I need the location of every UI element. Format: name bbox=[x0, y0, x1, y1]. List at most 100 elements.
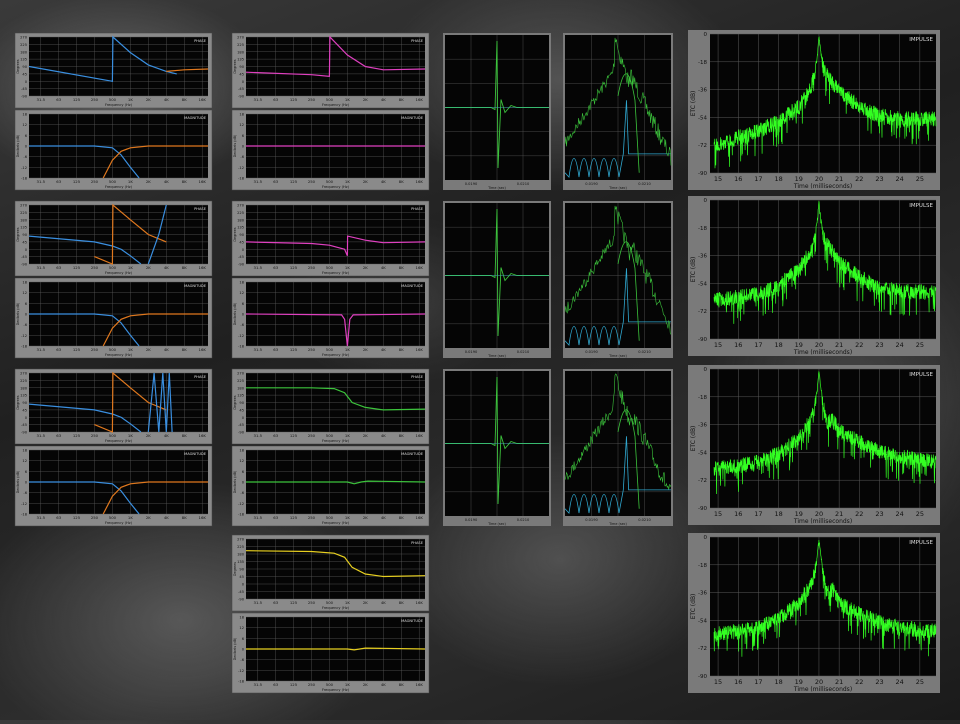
y-tick-label: -18 bbox=[698, 563, 707, 569]
y-tick-label: 225 bbox=[237, 211, 244, 215]
y-tick-label: -18 bbox=[698, 395, 707, 401]
x-tick-label: 125 bbox=[73, 347, 81, 352]
y-tick-label: -45 bbox=[238, 590, 244, 594]
x-axis-label: Time (sec) bbox=[487, 186, 506, 190]
y-axis-label: Decibels (dB) bbox=[16, 302, 20, 325]
x-tick-label: 2K bbox=[146, 433, 151, 438]
x-tick-label: 125 bbox=[290, 179, 298, 184]
x-tick-label: 16K bbox=[199, 347, 207, 352]
x-tick-label: 8K bbox=[399, 347, 404, 352]
x-tick-label: 500 bbox=[326, 265, 334, 270]
x-tick-label: 2K bbox=[363, 97, 368, 102]
x-tick-label: 500 bbox=[109, 433, 117, 438]
y-tick-label: -12 bbox=[21, 502, 27, 506]
x-tick-label: 16 bbox=[734, 678, 742, 686]
x-tick-label: 25 bbox=[916, 175, 924, 183]
panel-title: PHASE bbox=[411, 541, 424, 545]
x-tick-label: 4K bbox=[381, 97, 386, 102]
x-tick-label: 1K bbox=[345, 265, 350, 270]
x-tick-label: 250 bbox=[308, 600, 316, 605]
x-tick-label: 4K bbox=[164, 433, 169, 438]
y-tick-label: 12 bbox=[22, 291, 27, 295]
y-tick-label: 12 bbox=[239, 626, 244, 630]
y-tick-label: 18 bbox=[239, 113, 244, 117]
y-tick-label: 225 bbox=[20, 211, 27, 215]
y-tick-label: 225 bbox=[237, 545, 244, 549]
x-tick-label: 1K bbox=[128, 433, 133, 438]
x-tick-label: 1K bbox=[128, 179, 133, 184]
x-tick-label: 2K bbox=[363, 682, 368, 687]
x-tick-label: 250 bbox=[308, 515, 316, 520]
x-tick-label: 2K bbox=[363, 347, 368, 352]
y-tick-label: 18 bbox=[239, 449, 244, 453]
y-tick-label: 270 bbox=[20, 36, 28, 40]
y-tick-label: 90 bbox=[239, 233, 244, 237]
y-tick-label: 90 bbox=[239, 65, 244, 69]
panel-title: IMPULSE bbox=[909, 540, 933, 546]
x-tick-label: 20 bbox=[815, 175, 823, 183]
y-axis-label: Decibels (dB) bbox=[16, 134, 20, 157]
y-tick-label: 45 bbox=[239, 575, 244, 579]
y-tick-label: -72 bbox=[698, 646, 707, 652]
y-tick-label: -90 bbox=[698, 674, 707, 680]
magnitude-panel: 181260-6-12-1831.5 63 125 250 500 1K 2K 4K 8K 16K… bbox=[231, 445, 430, 527]
panel-title: MAGNITUDE bbox=[401, 284, 424, 288]
x-tick-label: 23 bbox=[875, 341, 883, 349]
x-tick-label: 16K bbox=[199, 97, 207, 102]
panel-title: MAGNITUDE bbox=[401, 116, 424, 120]
y-tick-label: 270 bbox=[20, 204, 28, 208]
x-tick-label: 16K bbox=[199, 515, 207, 520]
x-tick-label: 31.5 bbox=[254, 682, 263, 687]
x-tick-label: 2K bbox=[363, 600, 368, 605]
y-tick-label: -36 bbox=[698, 88, 707, 94]
impulse-panel: 0.0190 0.0210 Time (sec) bbox=[443, 33, 551, 190]
magnitude-panel: 181260-6-12-1831.5 63 125 250 500 1K 2K 4K 8K 16K… bbox=[231, 277, 430, 359]
plot-area bbox=[710, 200, 936, 339]
x-axis-label: Frequency (Hz) bbox=[322, 439, 350, 443]
panel-title: IMPULSE bbox=[909, 372, 933, 378]
x-tick-label: 16K bbox=[416, 600, 424, 605]
x-tick-label: 20 bbox=[815, 510, 823, 518]
x-tick-label: 0.0190 bbox=[465, 518, 478, 522]
x-tick-label: 63 bbox=[273, 97, 278, 102]
x-tick-label: 63 bbox=[56, 515, 61, 520]
x-tick-label: 18 bbox=[774, 510, 782, 518]
y-tick-label: -18 bbox=[21, 513, 28, 517]
impulse-panel: 0.0190 0.0210 Time (sec) bbox=[563, 369, 673, 526]
x-tick-label: 23 bbox=[875, 510, 883, 518]
x-tick-label: 15 bbox=[714, 341, 722, 349]
x-tick-label: 31.5 bbox=[37, 347, 46, 352]
x-tick-label: 16K bbox=[199, 433, 207, 438]
x-tick-label: 63 bbox=[273, 347, 278, 352]
y-tick-label: -90 bbox=[238, 95, 245, 99]
x-tick-label: 25 bbox=[916, 510, 924, 518]
panel-title: MAGNITUDE bbox=[184, 284, 207, 288]
panel-title: MAGNITUDE bbox=[184, 452, 207, 456]
x-tick-label: 63 bbox=[56, 265, 61, 270]
x-tick-label: 250 bbox=[91, 433, 99, 438]
x-tick-label: 63 bbox=[273, 682, 278, 687]
x-tick-label: 250 bbox=[308, 97, 316, 102]
etc-panel: 0 -18 -36 -54 -72 -90 15 16 17 18 19 20 21 22 23 24 25 Ti… bbox=[688, 365, 940, 525]
x-tick-label: 63 bbox=[56, 433, 61, 438]
y-axis-label: Decibels (dB) bbox=[233, 637, 237, 660]
y-axis-label: Degrees bbox=[233, 562, 237, 576]
x-tick-label: 23 bbox=[875, 678, 883, 686]
x-tick-label: 1K bbox=[345, 600, 350, 605]
y-tick-label: -54 bbox=[698, 450, 707, 456]
x-tick-label: 8K bbox=[182, 433, 187, 438]
x-tick-label: 31.5 bbox=[254, 515, 263, 520]
x-tick-label: 500 bbox=[326, 515, 334, 520]
etc-panel: 0 -18 -36 -54 -72 -90 15 16 17 18 19 20 21 22 23 24 25 Ti… bbox=[688, 30, 940, 190]
y-tick-label: 135 bbox=[237, 560, 244, 564]
x-tick-label: 21 bbox=[835, 175, 843, 183]
x-tick-label: 125 bbox=[290, 433, 298, 438]
y-tick-label: 225 bbox=[20, 43, 27, 47]
x-tick-label: 500 bbox=[326, 179, 334, 184]
x-tick-label: 25 bbox=[916, 678, 924, 686]
x-axis-label: Frequency (Hz) bbox=[105, 185, 133, 189]
x-tick-label: 63 bbox=[273, 600, 278, 605]
x-tick-label: 4K bbox=[164, 515, 169, 520]
x-tick-label: 0.0210 bbox=[517, 518, 530, 522]
y-tick-label: 45 bbox=[239, 72, 244, 76]
